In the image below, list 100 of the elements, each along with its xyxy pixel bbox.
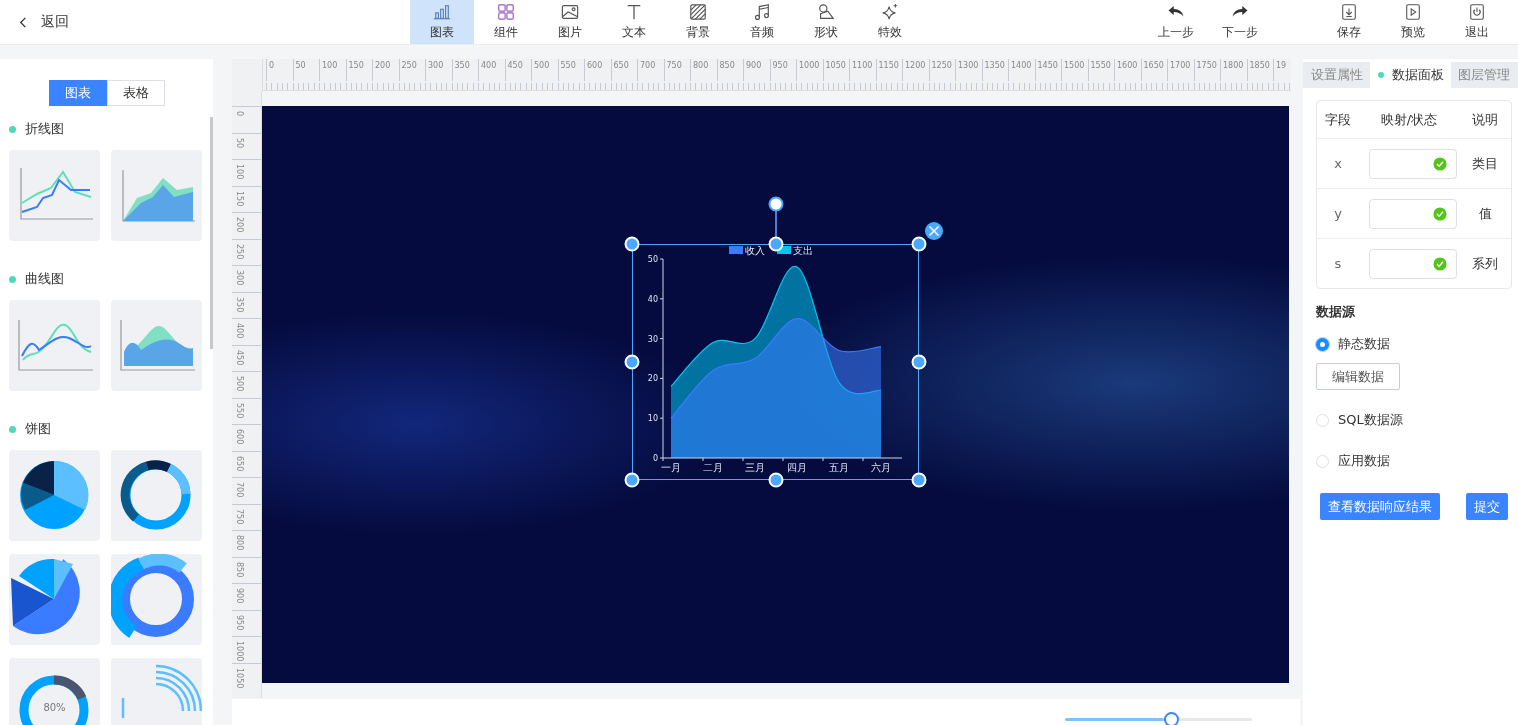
preview-button[interactable]: 预览 <box>1381 0 1445 44</box>
table-cell-text: 系列 <box>1471 254 1499 273</box>
text-icon <box>625 3 643 21</box>
ruler-label: 700 <box>235 482 244 498</box>
ruler-label: 1800 <box>1220 59 1247 81</box>
table-cell-text: s <box>1333 256 1343 271</box>
toolbar-button[interactable]: 特效 <box>858 0 922 44</box>
table-cell-text: 值 <box>1477 204 1493 223</box>
axis-tick-label: 10 <box>647 414 658 424</box>
toolbar-button[interactable]: 图片 <box>538 0 602 44</box>
resize-handle[interactable] <box>911 354 927 370</box>
sparkle-icon <box>881 3 899 21</box>
ruler-label: 650 <box>235 455 244 471</box>
slider-thumb[interactable] <box>1164 712 1180 725</box>
ruler-label: 1000 <box>235 641 244 662</box>
axis-tick-label: 20 <box>647 374 658 384</box>
radio-label[interactable]: 静态数据 <box>1338 335 1390 353</box>
ruler-label: 50 <box>235 137 244 148</box>
segment-tab[interactable]: 表格 <box>106 80 165 106</box>
ruler-label: 800 <box>235 535 244 551</box>
ruler-label: 1200 <box>902 59 929 81</box>
ruler-label: 1450 <box>1034 59 1061 81</box>
table-cell-text: y <box>1333 206 1343 221</box>
scrollbar[interactable] <box>210 117 213 349</box>
back-button[interactable]: 返回 <box>0 0 410 44</box>
ruler-label: 1550 <box>1087 59 1114 81</box>
resize-handle[interactable] <box>768 472 783 488</box>
legend-label: 支出 <box>793 245 813 256</box>
toolbar-button[interactable]: 文本 <box>602 0 666 44</box>
axis-tick-label: 六月 <box>871 462 891 473</box>
resize-handle[interactable] <box>624 472 640 488</box>
ruler-label: 200 <box>372 59 399 81</box>
axis-tick-label: 四月 <box>787 462 807 473</box>
ruler-label: 250 <box>235 243 244 259</box>
column-header: 说明 <box>1471 110 1499 129</box>
axis-tick-label: 一月 <box>661 462 681 473</box>
ruler-label: 350 <box>451 59 478 81</box>
ruler-label: 450 <box>235 349 244 365</box>
radio-label[interactable]: 应用数据 <box>1338 452 1390 470</box>
toolbar-button[interactable]: 形状 <box>794 0 858 44</box>
bar-chart-icon <box>433 3 451 21</box>
ruler-label: 550 <box>557 59 584 81</box>
ruler-label: 50 <box>292 59 319 81</box>
ruler-label: 1250 <box>928 59 955 81</box>
ruler-label: 300 <box>425 59 452 81</box>
edit-data-button[interactable]: 编辑数据 <box>1316 363 1400 390</box>
ruler-label: 950 <box>235 614 244 630</box>
mapping-field[interactable] <box>1369 148 1457 179</box>
chevron-left-icon <box>18 16 29 28</box>
section-title: 数据源 <box>1316 303 1356 321</box>
radio-label[interactable]: SQL数据源 <box>1338 411 1403 429</box>
primary-button[interactable]: 查看数据响应结果 <box>1320 493 1440 520</box>
music-note-icon <box>753 3 771 21</box>
ruler-label: 1050 <box>235 667 244 688</box>
play-icon <box>1404 3 1422 21</box>
resize-handle[interactable] <box>624 236 640 252</box>
table-cell-text: x <box>1333 156 1343 171</box>
resize-handle[interactable] <box>911 236 927 252</box>
ruler-label: 300 <box>235 270 244 286</box>
ruler-label: 850 <box>235 561 244 577</box>
ruler-label: 1300 <box>955 59 982 81</box>
ruler-label: 750 <box>663 59 690 81</box>
undo-button[interactable]: 上一步 <box>1144 0 1208 44</box>
ruler-label: 1700 <box>1167 59 1194 81</box>
toolbar-button[interactable]: 图表 <box>410 0 474 44</box>
ruler-label: 500 <box>235 376 244 392</box>
ruler-label: 900 <box>235 588 244 604</box>
ruler-label: 250 <box>398 59 425 81</box>
axis-tick-label: 三月 <box>745 462 765 473</box>
segment-tab[interactable]: 图表 <box>48 80 107 106</box>
axis-tick-label: 0 <box>652 454 658 463</box>
mapping-field[interactable] <box>1369 198 1457 229</box>
resize-handle[interactable] <box>624 354 640 370</box>
toolbar-button[interactable]: 组件 <box>474 0 538 44</box>
ruler-label: 650 <box>610 59 637 81</box>
download-icon <box>1340 3 1358 21</box>
resize-handle[interactable] <box>911 472 927 488</box>
ruler-label: 1650 <box>1140 59 1167 81</box>
ruler-label: 700 <box>637 59 664 81</box>
axis-tick-label: 50 <box>647 255 658 264</box>
power-icon <box>1468 3 1486 21</box>
primary-button[interactable]: 提交 <box>1466 493 1508 520</box>
image-icon <box>561 3 579 21</box>
ruler-label: 1500 <box>1061 59 1088 81</box>
axis-tick-label: 二月 <box>703 462 723 473</box>
toolbar-button[interactable]: 音频 <box>730 0 794 44</box>
toolbar-button[interactable]: 背景 <box>666 0 730 44</box>
redo-button[interactable]: 下一步 <box>1208 0 1272 44</box>
exit-button[interactable]: 退出 <box>1445 0 1509 44</box>
rotate-handle[interactable] <box>768 196 783 212</box>
ruler-label: 1850 <box>1246 59 1273 81</box>
radio-button[interactable] <box>1316 337 1329 351</box>
ruler-label: 1600 <box>1114 59 1141 81</box>
mapping-field[interactable] <box>1369 248 1457 279</box>
resize-handle[interactable] <box>768 236 783 252</box>
ruler-label: 350 <box>235 296 244 312</box>
ruler-label: 1350 <box>981 59 1008 81</box>
ruler-label: 1000 <box>796 59 823 81</box>
close-icon[interactable] <box>925 222 943 240</box>
save-button[interactable]: 保存 <box>1317 0 1381 44</box>
